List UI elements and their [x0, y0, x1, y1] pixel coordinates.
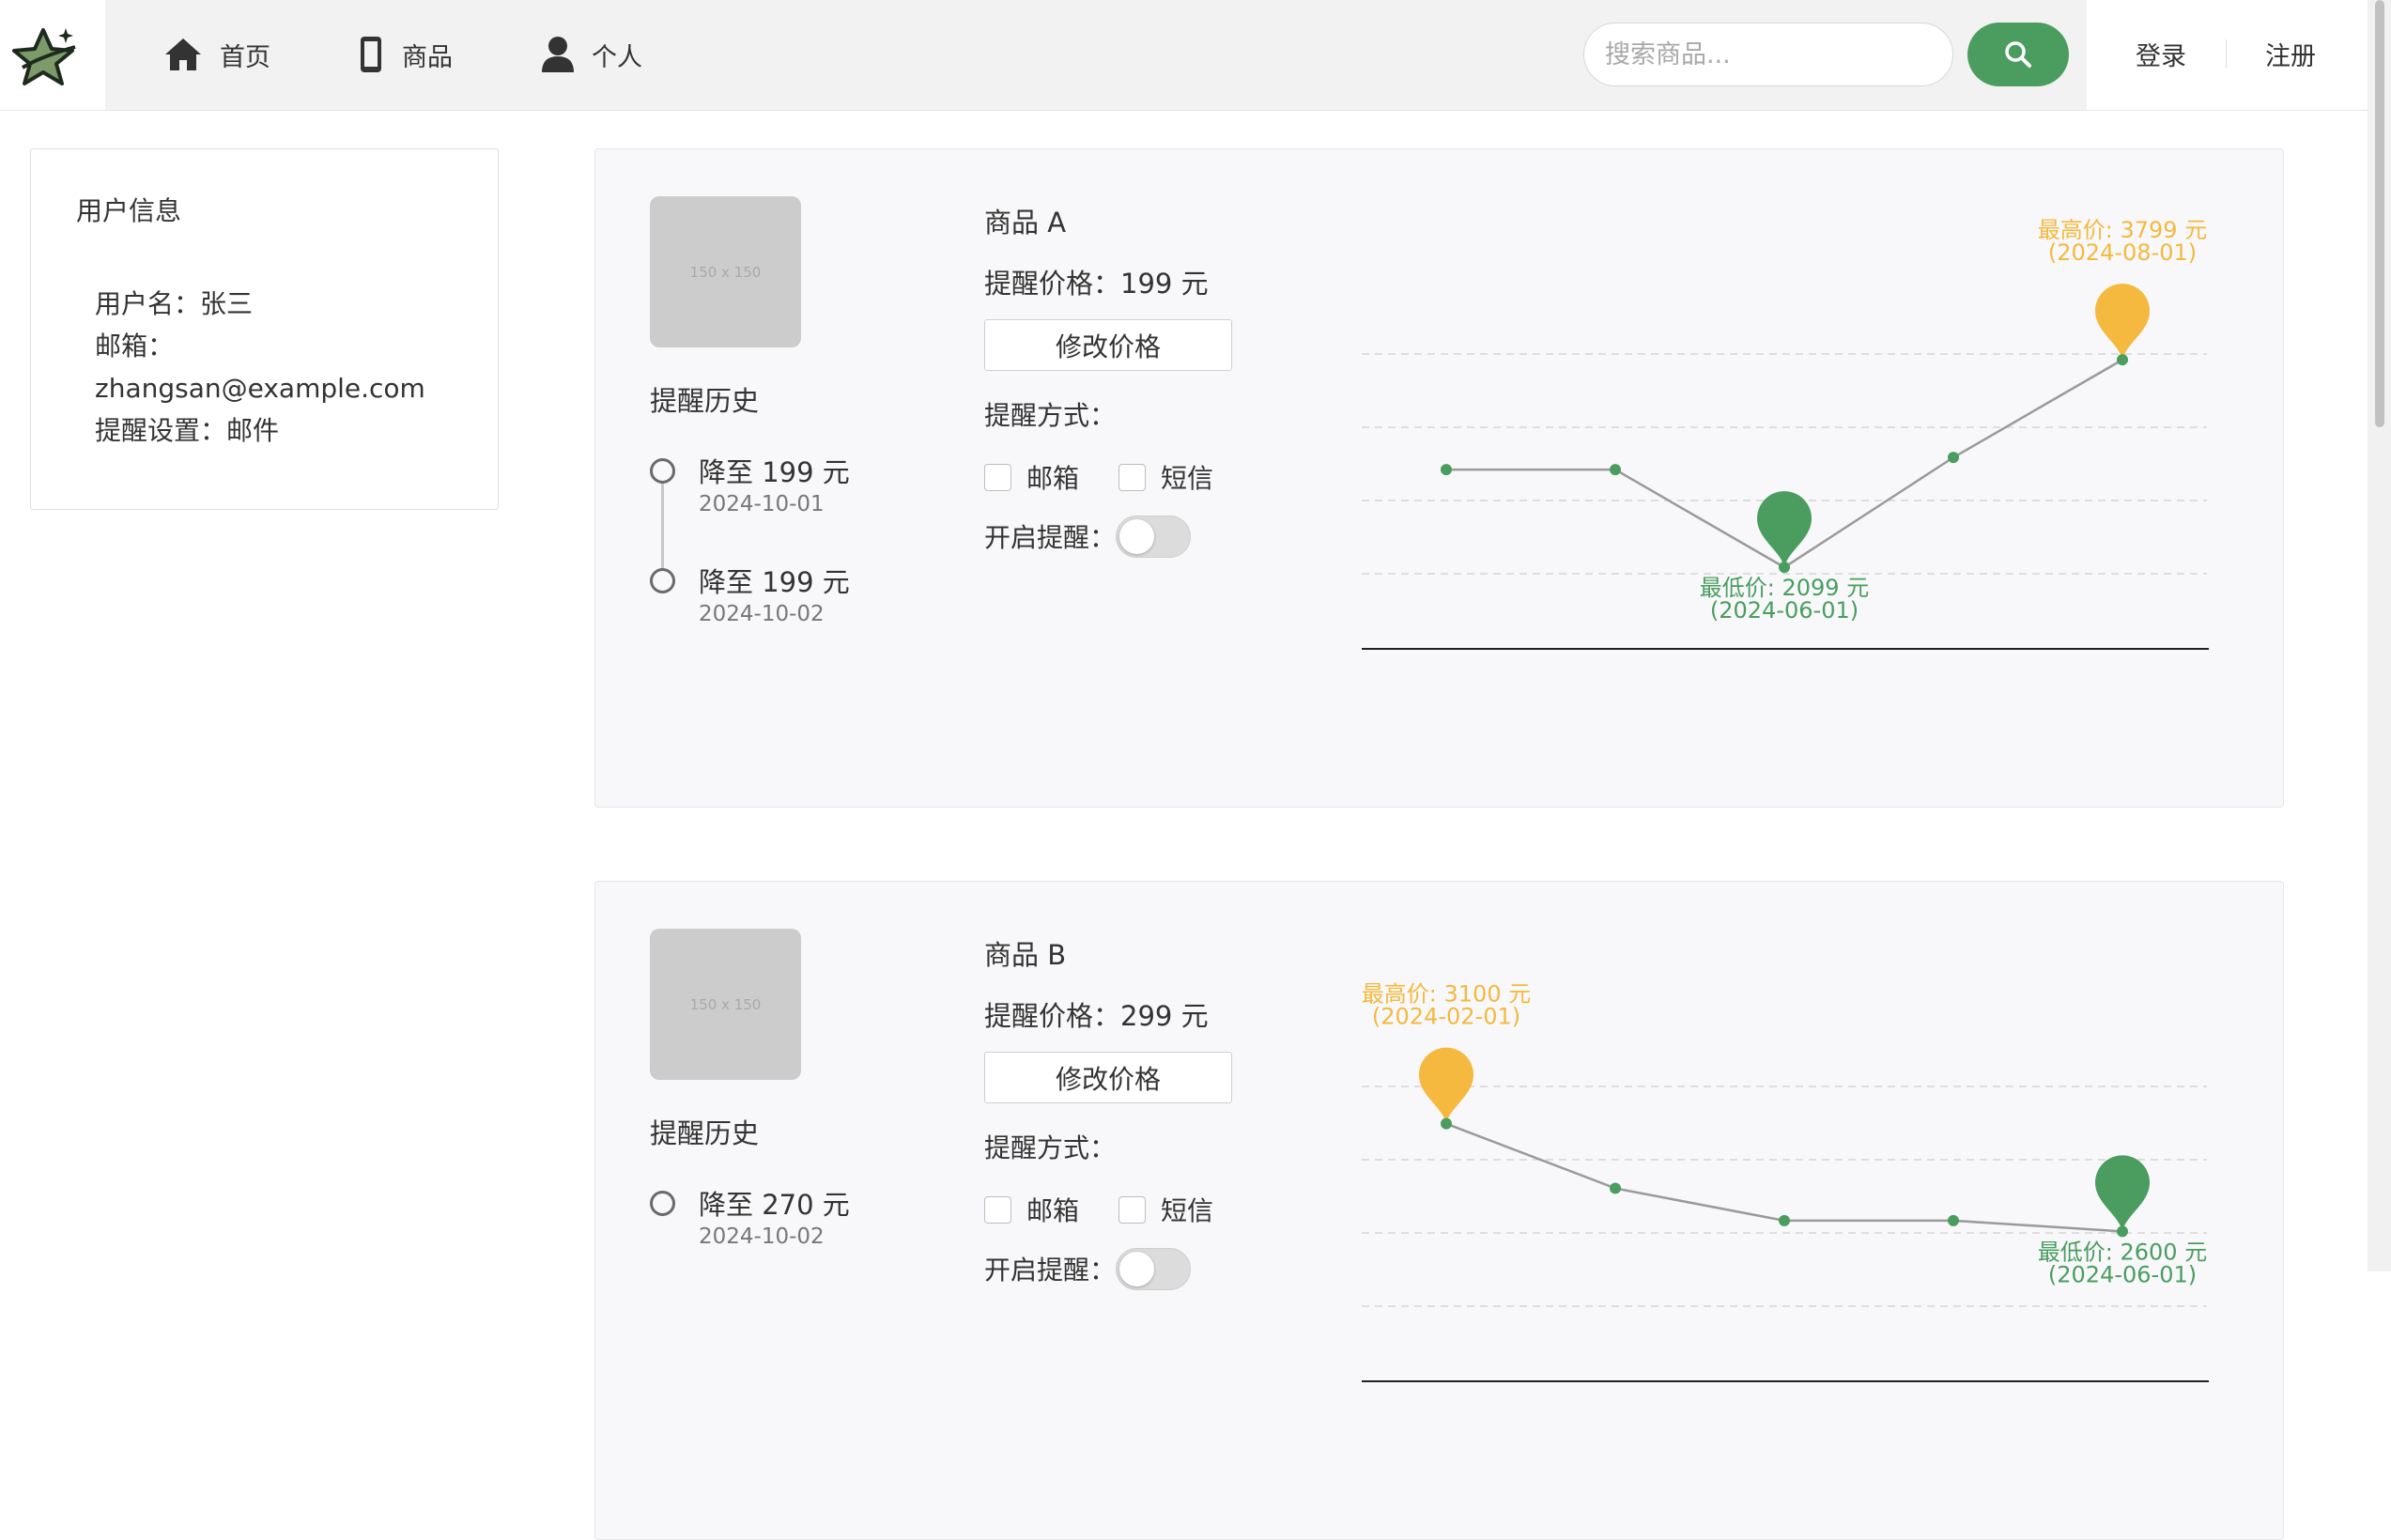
user-email-label: 邮箱：: [95, 331, 175, 362]
user-info-panel: 用户信息 用户名：张三 邮箱： zhangsan@example.com 提醒设…: [30, 148, 499, 510]
checkbox-box[interactable]: [984, 1195, 1011, 1224]
auth-divider: [2226, 39, 2227, 68]
enable-alert-label: 开启提醒：: [984, 1255, 1117, 1286]
sms-checkbox[interactable]: 短信: [1118, 458, 1213, 496]
data-point: [1441, 1117, 1452, 1130]
user-name-line: 用户名：张三: [95, 288, 254, 319]
min-price-date: (2024-06-01): [1710, 597, 1859, 624]
data-point: [2117, 1225, 2128, 1238]
data-point: [2117, 354, 2128, 366]
alert-price: 提醒价格：199 元: [984, 268, 1209, 300]
nav-home-label: 首页: [220, 42, 270, 72]
timeline-line: [661, 470, 664, 579]
email-checkbox[interactable]: 邮箱: [984, 458, 1079, 496]
nav-personal[interactable]: 个人: [541, 30, 642, 79]
edit-price-button[interactable]: 修改价格: [984, 319, 1232, 371]
nav-products-label: 商品: [402, 42, 453, 72]
product-card-b: 150 x 150 提醒历史 降至 270 元 2024-10-02 商品 B …: [594, 881, 2284, 1540]
data-point: [1610, 1182, 1621, 1194]
product-name: 商品 B: [984, 939, 1067, 971]
data-point: [1441, 464, 1452, 476]
nav-home[interactable]: 首页: [163, 30, 270, 79]
product-name: 商品 A: [984, 207, 1067, 239]
enable-alert-label: 开启提醒：: [984, 522, 1117, 553]
scrollbar-thumb[interactable]: [2375, 0, 2384, 427]
nav-personal-label: 个人: [592, 42, 642, 72]
history-text: 降至 270 元: [699, 1189, 850, 1221]
edit-price-button[interactable]: 修改价格: [984, 1052, 1232, 1103]
email-checkbox-label: 邮箱: [1026, 463, 1080, 494]
max-price-marker: [2095, 284, 2150, 361]
history-text: 降至 199 元: [699, 456, 850, 488]
alert-history-timeline: 降至 270 元 2024-10-02: [650, 1189, 932, 1471]
top-nav-bar: 首页 商品 个人 登录 注册: [0, 0, 2368, 111]
alert-history-timeline: 降至 199 元 2024-10-01 降至 199 元 2024-10-02: [650, 456, 932, 738]
toggle-knob[interactable]: [1119, 1252, 1154, 1286]
timeline-dot: [650, 1191, 675, 1216]
search-input[interactable]: [1583, 23, 1953, 86]
search-icon: [2005, 41, 2031, 68]
user-alert-setting: 提醒设置：邮件: [95, 415, 280, 446]
toggle-knob[interactable]: [1119, 519, 1154, 554]
history-date: 2024-10-02: [699, 1224, 825, 1249]
alert-method-label: 提醒方式：: [984, 400, 1117, 431]
history-text: 降至 199 元: [699, 566, 850, 598]
product-thumbnail: 150 x 150: [650, 196, 801, 347]
history-title: 提醒历史: [650, 385, 760, 417]
sms-checkbox-label: 短信: [1161, 1195, 1214, 1226]
product-card-a: 150 x 150 提醒历史 降至 199 元 2024-10-01 降至 19…: [594, 148, 2284, 808]
timeline-dot: [650, 458, 675, 484]
alert-price: 提醒价格：299 元: [984, 1000, 1209, 1032]
data-point: [1779, 562, 1790, 574]
min-price-date: (2024-06-01): [2048, 1261, 2197, 1287]
min-price-marker: [2095, 1155, 2150, 1232]
sms-checkbox-label: 短信: [1161, 463, 1214, 494]
checkbox-box[interactable]: [984, 463, 1011, 491]
home-icon: [165, 38, 201, 70]
login-link[interactable]: 登录: [2136, 36, 2186, 72]
history-title: 提醒历史: [650, 1117, 760, 1149]
price-chart-b: 最高价: 3100 元(2024-02-01)最低价: 2600 元(2024-…: [1362, 981, 2209, 1382]
phone-icon: [361, 37, 381, 72]
user-info-title: 用户信息: [76, 195, 182, 226]
data-point: [1948, 1214, 1959, 1226]
history-date: 2024-10-01: [699, 492, 825, 516]
user-info-details: 用户名：张三 邮箱： zhangsan@example.com 提醒设置：邮件: [95, 283, 470, 452]
price-chart-a: 最高价: 3799 元(2024-08-01)最低价: 2099 元(2024-…: [1362, 217, 2209, 650]
max-price-date: (2024-08-01): [2048, 239, 2197, 266]
email-checkbox[interactable]: 邮箱: [984, 1191, 1079, 1228]
sms-checkbox[interactable]: 短信: [1118, 1191, 1213, 1228]
data-point: [1779, 1214, 1790, 1226]
timeline-dot: [650, 568, 675, 593]
alert-method-label: 提醒方式：: [984, 1132, 1117, 1163]
data-point: [1948, 452, 1959, 464]
auth-links: 登录 注册: [2087, 0, 2368, 110]
max-price-date: (2024-02-01): [1372, 1004, 1520, 1030]
max-price-marker: [1419, 1047, 1473, 1124]
history-date: 2024-10-02: [699, 602, 825, 626]
checkbox-box[interactable]: [1118, 1195, 1146, 1224]
nav-products[interactable]: 商品: [357, 30, 453, 79]
search-button[interactable]: [1967, 23, 2069, 86]
enable-alert-toggle[interactable]: [1116, 1248, 1191, 1290]
user-icon: [542, 37, 574, 72]
data-point: [1610, 464, 1621, 476]
register-link[interactable]: 注册: [2265, 36, 2316, 72]
product-thumbnail: 150 x 150: [650, 929, 801, 1080]
enable-alert-toggle[interactable]: [1116, 516, 1191, 558]
user-email-value: zhangsan@example.com: [95, 373, 425, 404]
checkbox-box[interactable]: [1118, 463, 1146, 491]
email-checkbox-label: 邮箱: [1026, 1195, 1080, 1226]
star-logo-icon: [12, 28, 76, 85]
logo[interactable]: [0, 0, 105, 110]
